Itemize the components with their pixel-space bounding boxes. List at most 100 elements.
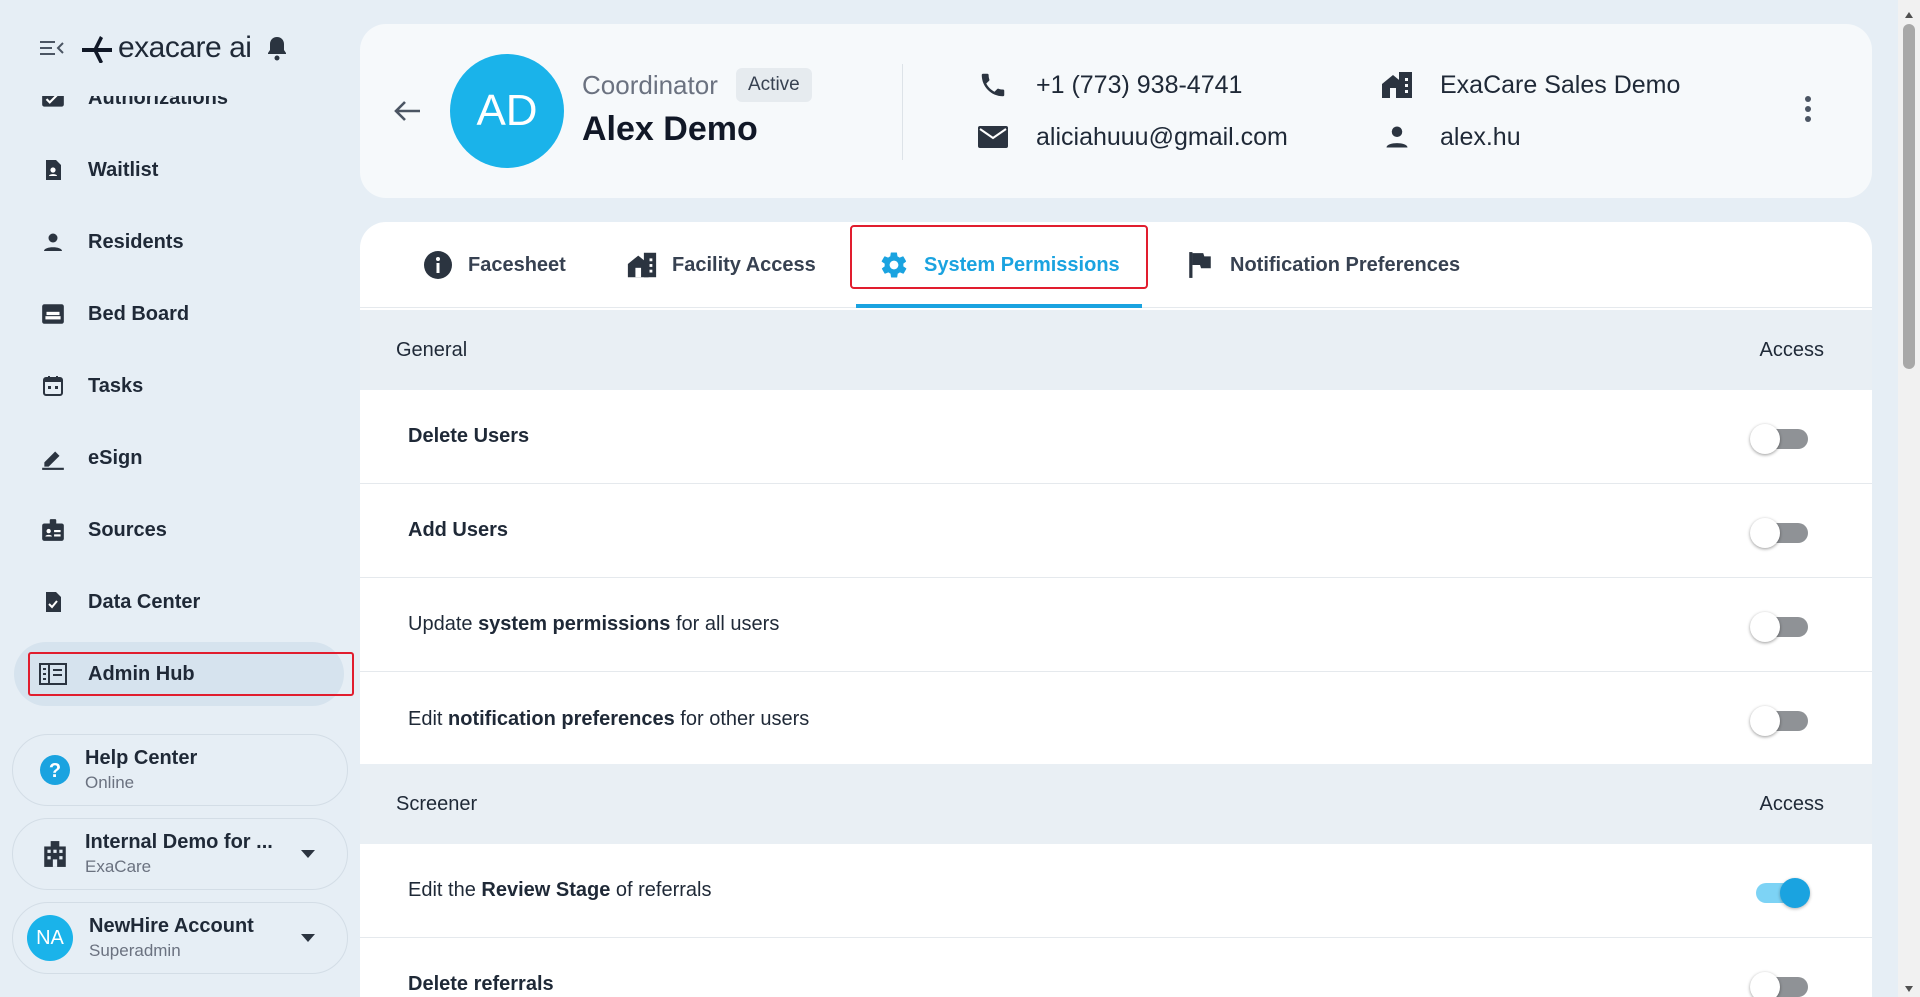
permission-label: Edit the Review Stage of referrals: [408, 879, 712, 901]
account-avatar: NA: [27, 915, 73, 961]
user-name: Alex Demo: [582, 110, 758, 148]
exacare-logo-mark-icon: [82, 36, 112, 63]
facility-info: ExaCare Sales Demo: [1380, 68, 1680, 102]
exacare-logo[interactable]: exacare ai: [80, 31, 252, 65]
status-badge: Active: [736, 68, 812, 102]
tab-system-permissions[interactable]: System Permissions: [850, 222, 1148, 308]
permission-label: Add Users: [408, 519, 509, 541]
sidebar-item-label: Bed Board: [88, 302, 190, 325]
permission-label: Update system permissions for all users: [408, 613, 780, 635]
permission-label: Edit notification preferences for other …: [408, 707, 810, 730]
badge-icon: [38, 515, 68, 545]
permission-label: Delete referrals: [408, 973, 554, 995]
tab-notification-preferences[interactable]: Notification Preferences: [1184, 222, 1460, 308]
person-icon: [1380, 120, 1414, 154]
sidebar-item-admin-hub[interactable]: Admin Hub: [14, 642, 354, 706]
building-icon: [39, 838, 71, 870]
info-icon: [422, 249, 454, 281]
facility-name: ExaCare Sales Demo: [1440, 70, 1681, 99]
access-column-label: Access: [1759, 792, 1824, 815]
permission-row-update-system-permissions: Update system permissions for all users: [360, 578, 1872, 672]
scroll-down-arrow-icon[interactable]: [1904, 980, 1914, 997]
permission-toggle[interactable]: [1750, 612, 1810, 642]
waitlist-icon: [38, 155, 68, 185]
phone-info: +1 (773) 938-4741: [976, 68, 1242, 102]
section-header-general: General Access: [360, 310, 1872, 390]
admin-hub-highlight: [28, 652, 354, 696]
section-header-screener: Screener Access: [360, 764, 1872, 844]
scrollbar-thumb[interactable]: [1903, 24, 1915, 369]
svg-text:?: ?: [49, 760, 61, 782]
pen-icon: [38, 443, 68, 473]
sidebar: Authorizations Waitlist Residents Bed Bo…: [0, 0, 358, 997]
person-icon: [38, 227, 68, 257]
bell-icon[interactable]: [265, 35, 289, 61]
organization-subtitle: ExaCare: [85, 857, 152, 876]
flag-icon: [1184, 249, 1216, 281]
section-title: Screener: [396, 792, 478, 815]
document-check-icon: [38, 587, 68, 617]
permission-row-delete-referrals: Delete referrals: [360, 938, 1872, 997]
scroll-up-arrow-icon[interactable]: [1904, 6, 1914, 24]
permission-row-edit-review-stage: Edit the Review Stage of referrals: [360, 844, 1872, 938]
header-divider: [902, 64, 903, 160]
sidebar-item-residents[interactable]: Residents: [14, 210, 344, 274]
access-column-label: Access: [1759, 338, 1824, 361]
sidebar-item-label: Waitlist: [88, 158, 159, 181]
user-avatar: AD: [450, 54, 564, 168]
user-role: Coordinator: [582, 70, 718, 100]
sidebar-header: exacare ai: [0, 0, 358, 96]
email-icon: [976, 120, 1010, 154]
page-scrollbar[interactable]: [1898, 0, 1920, 997]
sidebar-item-label: Tasks: [88, 374, 144, 397]
sidebar-item-bed-board[interactable]: Bed Board: [14, 282, 344, 346]
chevron-down-icon[interactable]: [299, 931, 317, 949]
sidebar-item-label: eSign: [88, 446, 143, 469]
sidebar-item-label: Residents: [88, 230, 184, 253]
calendar-icon: [38, 371, 68, 401]
permission-row-edit-notification-preferences: Edit notification preferences for other …: [360, 672, 1872, 766]
section-title: General: [396, 338, 468, 361]
account-switcher[interactable]: NA NewHire Account Superadmin: [12, 902, 348, 974]
help-center-card[interactable]: ? Help Center Online: [12, 734, 348, 806]
more-vert-icon[interactable]: [1804, 96, 1812, 127]
tab-highlight: [850, 225, 1148, 289]
permission-row-add-users: Add Users: [360, 484, 1872, 578]
account-name: NewHire Account: [89, 915, 254, 937]
account-role: Superadmin: [89, 941, 181, 960]
username-info: alex.hu: [1380, 120, 1521, 154]
menu-collapse-icon[interactable]: [40, 38, 66, 58]
sidebar-item-esign[interactable]: eSign: [14, 426, 344, 490]
permission-toggle[interactable]: [1750, 972, 1810, 997]
permission-toggle[interactable]: [1750, 706, 1810, 736]
permission-toggle[interactable]: [1750, 518, 1810, 548]
tab-facility-access[interactable]: Facility Access: [626, 222, 816, 308]
organization-switcher[interactable]: Internal Demo for ... ExaCare: [12, 818, 348, 890]
permission-toggle[interactable]: [1750, 878, 1810, 908]
organization-name: Internal Demo for ...: [85, 831, 273, 853]
help-center-title: Help Center: [85, 747, 198, 769]
permission-label: Delete Users: [408, 425, 530, 447]
username: alex.hu: [1440, 122, 1521, 151]
sidebar-item-label: Sources: [88, 518, 167, 541]
phone-number: +1 (773) 938-4741: [1036, 70, 1243, 99]
email-address: aliciahuuu@gmail.com: [1036, 122, 1288, 151]
permission-row-delete-users: Delete Users: [360, 390, 1872, 484]
sidebar-item-waitlist[interactable]: Waitlist: [14, 138, 344, 202]
tab-active-indicator: [856, 304, 1142, 308]
sidebar-item-data-center[interactable]: Data Center: [14, 570, 344, 634]
tab-facesheet[interactable]: Facesheet: [422, 222, 566, 308]
user-profile-header: AD Coordinator Active Alex Demo +1 (773)…: [360, 24, 1872, 198]
facility-icon: [626, 249, 658, 281]
sidebar-item-tasks[interactable]: Tasks: [14, 354, 344, 418]
help-icon: ?: [39, 754, 71, 786]
chevron-down-icon[interactable]: [299, 847, 317, 865]
permissions-card: Facesheet Facility Access System Permiss…: [360, 222, 1872, 997]
facility-icon: [1380, 68, 1414, 102]
permission-toggle[interactable]: [1750, 424, 1810, 454]
back-arrow-icon[interactable]: [392, 98, 422, 129]
profile-tabs: Facesheet Facility Access System Permiss…: [360, 222, 1872, 308]
bed-icon: [38, 299, 68, 329]
sidebar-item-sources[interactable]: Sources: [14, 498, 344, 562]
sidebar-item-label: Data Center: [88, 590, 201, 613]
